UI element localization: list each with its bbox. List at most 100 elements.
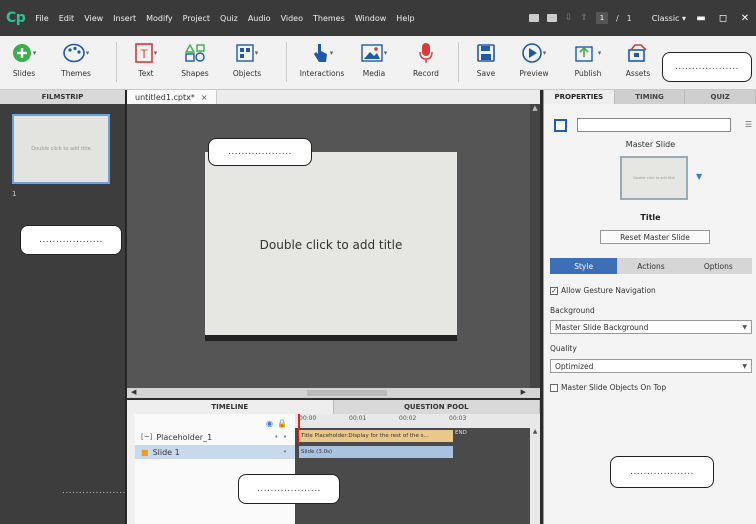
tab-timing[interactable]: TIMING: [614, 90, 686, 104]
menu-insert[interactable]: Insert: [113, 14, 136, 23]
master-slide-thumbnail[interactable]: Double click to add title: [620, 156, 688, 200]
slide-canvas[interactable]: Double click to add title: [205, 152, 457, 335]
allow-gesture-label: Allow Gesture Navigation: [561, 286, 656, 295]
properties-tabs: PROPERTIES TIMING QUIZ: [544, 90, 756, 104]
reset-master-slide-button[interactable]: Reset Master Slide: [600, 230, 710, 244]
menu-modify[interactable]: Modify: [146, 14, 173, 23]
quality-select[interactable]: Optimized ▼: [550, 359, 752, 373]
record-button[interactable]: Record: [404, 40, 448, 78]
master-slide-label: Master Slide: [625, 140, 676, 149]
scrollbar-thumb[interactable]: [307, 390, 387, 396]
tab-actions[interactable]: Actions: [617, 258, 684, 274]
stage-vertical-scrollbar[interactable]: ▲: [530, 104, 540, 388]
slide-name-input[interactable]: [577, 118, 731, 132]
objects-button[interactable]: ▾ Objects: [225, 40, 269, 78]
timeline-ruler[interactable]: 00:00 00:01 00:02 00:03: [295, 414, 540, 428]
publish-button[interactable]: ▾ Publish: [566, 40, 610, 78]
thumbnail-text: Double click to add title: [31, 146, 91, 152]
layout-name: Title: [640, 213, 661, 222]
layer-toggles[interactable]: • •: [274, 433, 287, 441]
media-label: Media: [362, 69, 386, 78]
menu-view[interactable]: View: [84, 14, 103, 23]
plus-circle-icon: [12, 44, 31, 62]
save-button[interactable]: Save: [464, 40, 508, 78]
slide-thumbnail[interactable]: Double click to add title: [12, 114, 110, 184]
layer-toggles[interactable]: •: [283, 448, 287, 456]
menu-video[interactable]: Video: [281, 14, 303, 23]
master-objects-checkbox[interactable]: [550, 383, 558, 392]
text-label: Text: [138, 69, 154, 78]
interactions-button[interactable]: ▾ Interactions: [300, 40, 344, 78]
preview-button[interactable]: ▾ Preview: [512, 40, 556, 78]
slide-track-bar[interactable]: Slide (3.0s): [299, 446, 453, 458]
assets-button[interactable]: Assets: [616, 40, 660, 78]
stage-horizontal-scrollbar[interactable]: ◀ ▶: [127, 388, 540, 398]
total-pages: 1: [626, 13, 632, 23]
tab-question-pool[interactable]: QUESTION POOL: [333, 400, 540, 414]
ruler-tick: 00:01: [349, 415, 367, 422]
tab-quiz[interactable]: QUIZ: [685, 90, 756, 104]
menu-help[interactable]: Help: [396, 14, 414, 23]
document-tab-label: untitled1.cptx*: [135, 92, 195, 102]
monitor-icon[interactable]: [528, 14, 539, 22]
tab-options[interactable]: Options: [685, 258, 752, 274]
scroll-up-icon[interactable]: ▲: [530, 104, 540, 112]
stage-canvas: Double click to add title ▲: [127, 104, 540, 388]
end-marker: END: [455, 430, 467, 436]
tab-style[interactable]: Style: [550, 258, 618, 274]
timeline-layers: ◉ 🔒 [~] Placeholder_1 • • ■ Slide 1 •: [135, 414, 295, 524]
menu-file[interactable]: File: [35, 14, 48, 23]
allow-gesture-checkbox[interactable]: ✓: [550, 286, 558, 295]
ruler-tick: 00:00: [299, 415, 317, 422]
hand-pointer-icon: [313, 44, 327, 62]
slide-color-swatch[interactable]: [554, 119, 567, 132]
menu-bar: Cp File Edit View Insert Modify Project …: [0, 0, 756, 36]
timeline-tracks: 00:00 00:01 00:02 00:03 Title Placeholde…: [295, 414, 540, 524]
arrow-up-icon[interactable]: ⇧: [580, 13, 588, 23]
placeholder-callout: ...................: [662, 52, 752, 82]
text-button[interactable]: T ▾ Text: [124, 40, 168, 78]
themes-button[interactable]: ▾ Themes: [54, 40, 98, 78]
timeline-row[interactable]: ■ Slide 1 •: [135, 445, 295, 459]
document-tab[interactable]: untitled1.cptx* ×: [127, 90, 217, 104]
maximize-button[interactable]: ◻: [716, 13, 730, 24]
tab-properties[interactable]: PROPERTIES: [544, 90, 615, 104]
chevron-down-icon[interactable]: ▼: [696, 172, 702, 181]
menu-themes[interactable]: Themes: [313, 14, 345, 23]
list-icon[interactable]: ☰: [745, 120, 752, 129]
master-objects-option[interactable]: Master Slide Objects On Top: [550, 383, 666, 392]
tab-timeline[interactable]: TIMELINE: [127, 400, 334, 414]
quality-label: Quality: [550, 344, 577, 353]
shapes-button[interactable]: Shapes: [173, 40, 217, 78]
placeholder-track-bar[interactable]: Title Placeholder:Display for the rest o…: [299, 430, 453, 442]
chevron-down-icon: ▼: [742, 323, 747, 331]
menu-right-controls: ⇩ ⇧ 1 / 1 Classic ▾ ▬ ◻ ✕: [528, 0, 752, 36]
menu-window[interactable]: Window: [355, 14, 387, 23]
slides-button[interactable]: ▾ Slides: [2, 40, 46, 78]
timeline-scrollbar[interactable]: ▲: [530, 428, 540, 524]
menu-audio[interactable]: Audio: [248, 14, 271, 23]
scroll-right-icon[interactable]: ▶: [521, 388, 526, 396]
chevron-down-icon: ▾: [681, 13, 686, 23]
captivate-window: Cp File Edit View Insert Modify Project …: [0, 0, 756, 524]
close-tab-icon[interactable]: ×: [201, 93, 208, 102]
arrow-down-icon[interactable]: ⇩: [565, 13, 573, 23]
workspace-switcher[interactable]: Classic ▾: [652, 14, 686, 23]
media-button[interactable]: ▾ Media: [352, 40, 396, 78]
timeline-row[interactable]: [~] Placeholder_1 • •: [135, 430, 295, 444]
close-button[interactable]: ✕: [738, 13, 752, 24]
eye-icon[interactable]: ◉: [266, 419, 273, 428]
scroll-left-icon[interactable]: ◀: [131, 388, 136, 396]
slide-title-placeholder[interactable]: Double click to add title: [205, 238, 457, 252]
mail-icon[interactable]: [546, 14, 557, 22]
page-separator: /: [615, 13, 619, 23]
minimize-button[interactable]: ▬: [694, 13, 708, 24]
background-select[interactable]: Master Slide Background ▼: [550, 320, 752, 334]
current-page-field[interactable]: 1: [595, 12, 608, 24]
menu-quiz[interactable]: Quiz: [220, 14, 238, 23]
menu-project[interactable]: Project: [183, 14, 210, 23]
layer-label: Slide 1: [152, 447, 180, 457]
allow-gesture-option[interactable]: ✓ Allow Gesture Navigation: [550, 286, 656, 295]
lock-icon[interactable]: 🔒: [277, 419, 287, 428]
menu-edit[interactable]: Edit: [59, 14, 75, 23]
